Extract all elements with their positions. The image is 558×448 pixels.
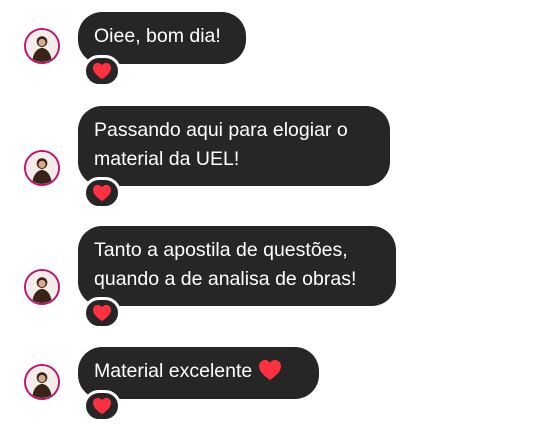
avatar[interactable] [24,150,60,186]
red-heart-emoji-icon [93,184,111,202]
reaction-badge[interactable] [83,177,121,209]
avatar[interactable] [24,269,60,305]
message-text-line: Passando aqui para elogiar o [94,119,348,141]
message-bubble[interactable]: Tanto a apostila de questões, quando a d… [78,226,396,306]
message-text-line: material da UEL! [94,148,240,170]
reaction-badge[interactable] [83,390,121,422]
message-text: Material excelente [94,360,253,382]
reaction-badge[interactable] [83,55,121,87]
red-heart-emoji-icon [259,360,282,380]
avatar[interactable] [24,28,60,64]
message-text-line: quando a de analisa de obras! [94,268,357,290]
red-heart-emoji-icon [93,62,111,80]
message-bubble[interactable]: Passando aqui para elogiar o material da… [78,106,390,186]
red-heart-emoji-icon [93,304,111,322]
message-bubble[interactable]: Material excelente [78,347,319,399]
message-text: Oiee, bom dia! [94,25,221,47]
red-heart-emoji-icon [93,397,111,415]
reaction-badge[interactable] [83,297,121,329]
avatar[interactable] [24,364,60,400]
message-text-line: Tanto a apostila de questões, [94,239,348,261]
